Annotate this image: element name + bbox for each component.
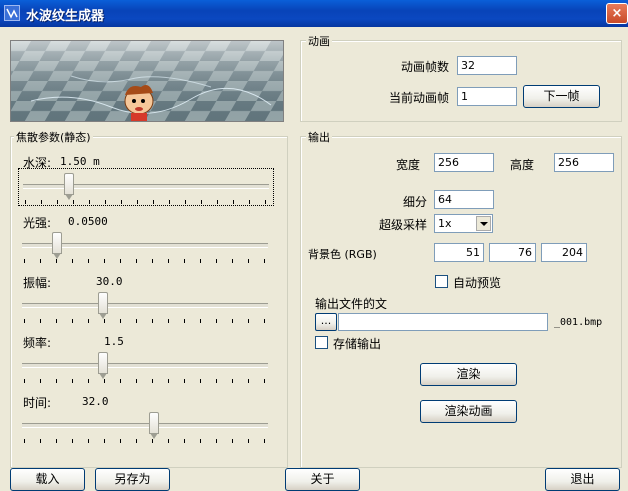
window-title: 水波纹生成器 bbox=[26, 9, 105, 24]
light-slider-thumb[interactable] bbox=[51, 232, 62, 259]
subdivide-input[interactable]: 64 bbox=[434, 190, 494, 209]
auto-preview-label: 自动预览 bbox=[453, 276, 502, 290]
current-frame-input[interactable]: 1 bbox=[457, 87, 517, 106]
animation-group bbox=[300, 40, 622, 122]
next-frame-button[interactable]: 下一帧 bbox=[523, 85, 600, 108]
frequency-value: 1.5 bbox=[104, 335, 124, 348]
bg-red-input[interactable]: 51 bbox=[434, 243, 484, 262]
output-file-input[interactable] bbox=[338, 313, 548, 331]
supersample-value: 1x bbox=[438, 217, 452, 230]
about-button[interactable]: 关于 bbox=[285, 468, 360, 491]
caustics-legend: 焦散参数(静态) bbox=[14, 129, 93, 145]
bg-blue-input[interactable]: 204 bbox=[541, 243, 587, 262]
depth-value: 1.50 m bbox=[60, 155, 100, 168]
file-suffix: _001.bmp bbox=[554, 317, 603, 328]
amplitude-value: 30.0 bbox=[96, 275, 123, 288]
width-input[interactable]: 256 bbox=[434, 153, 494, 172]
save-output-checkbox[interactable] bbox=[315, 336, 328, 349]
depth-slider-thumb[interactable] bbox=[64, 173, 75, 200]
bg-green-input[interactable]: 76 bbox=[489, 243, 536, 262]
bg-color-label: 背景色 (RGB) bbox=[308, 248, 377, 261]
render-button[interactable]: 渲染 bbox=[420, 363, 517, 386]
exit-button[interactable]: 退出 bbox=[545, 468, 620, 491]
frequency-slider-thumb[interactable] bbox=[98, 352, 109, 379]
title-bar[interactable]: 水波纹生成器 × bbox=[0, 0, 628, 27]
render-animation-button[interactable]: 渲染动画 bbox=[420, 400, 517, 423]
time-value: 32.0 bbox=[82, 395, 109, 408]
depth-slider[interactable] bbox=[18, 168, 274, 206]
light-slider[interactable] bbox=[18, 228, 272, 266]
preview-image bbox=[10, 40, 284, 122]
time-slider-thumb[interactable] bbox=[149, 412, 160, 439]
height-input[interactable]: 256 bbox=[554, 153, 614, 172]
time-slider[interactable] bbox=[18, 408, 272, 446]
auto-preview-checkbox[interactable] bbox=[435, 275, 448, 288]
width-label: 宽度 bbox=[396, 158, 421, 172]
app-icon bbox=[4, 5, 20, 21]
save-as-button[interactable]: 另存为 bbox=[95, 468, 170, 491]
frame-count-label: 动画帧数 bbox=[401, 60, 450, 74]
amplitude-slider-thumb[interactable] bbox=[98, 292, 109, 319]
supersample-select[interactable]: 1x bbox=[434, 214, 493, 233]
current-frame-label: 当前动画帧 bbox=[389, 91, 450, 105]
supersample-label: 超级采样 bbox=[379, 218, 428, 232]
output-legend: 输出 bbox=[306, 129, 332, 145]
animation-legend: 动画 bbox=[306, 33, 332, 49]
amplitude-slider[interactable] bbox=[18, 288, 272, 326]
save-output-label: 存储输出 bbox=[333, 337, 382, 351]
light-value: 0.0500 bbox=[68, 215, 108, 228]
height-label: 高度 bbox=[510, 158, 535, 172]
chevron-down-icon[interactable] bbox=[476, 216, 491, 231]
browse-button[interactable]: ... bbox=[315, 313, 337, 331]
subdivide-label: 细分 bbox=[403, 195, 428, 209]
close-button[interactable]: × bbox=[606, 3, 628, 24]
frame-count-input[interactable]: 32 bbox=[457, 56, 517, 75]
load-button[interactable]: 载入 bbox=[10, 468, 85, 491]
frequency-slider[interactable] bbox=[18, 348, 272, 386]
output-file-label: 输出文件的文 bbox=[315, 297, 388, 311]
